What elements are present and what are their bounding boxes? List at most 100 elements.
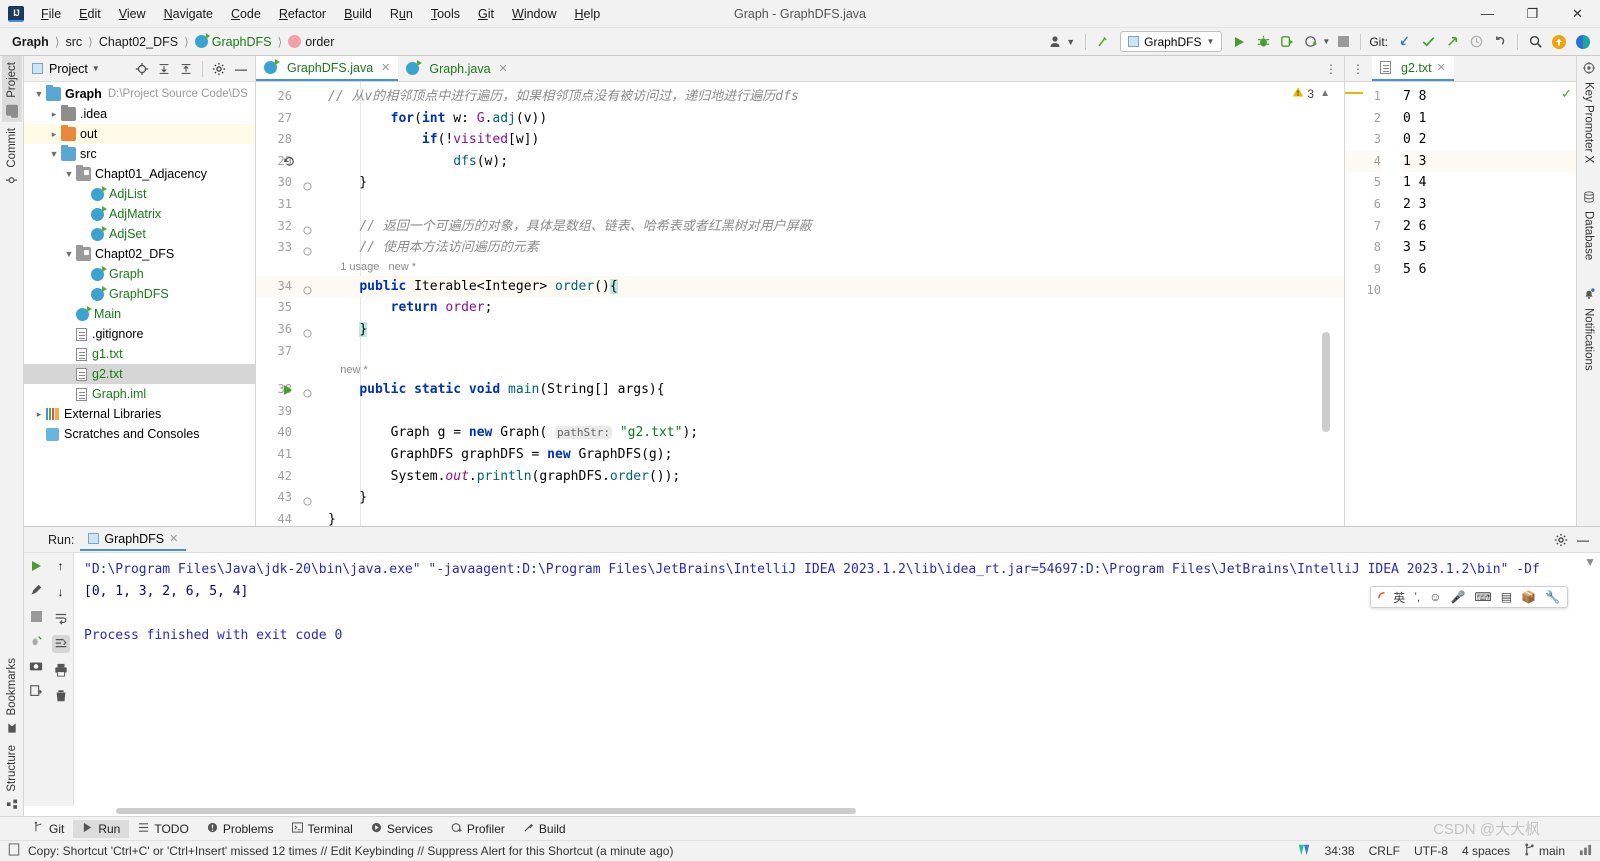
expand-all-icon[interactable] <box>154 59 174 79</box>
event-log-icon[interactable] <box>8 843 20 859</box>
sidebar-item-commit[interactable]: Commit <box>2 122 22 192</box>
tree-expander[interactable]: ▼ <box>47 149 61 159</box>
editor-gutter[interactable]: 2627282930313233 34353637 38394041424344 <box>256 82 314 526</box>
secondary-gutter-line[interactable]: 10 <box>1345 280 1381 302</box>
scroll-to-end-icon[interactable] <box>51 635 70 653</box>
console-horizontal-scrollbar[interactable] <box>24 806 1600 816</box>
export-icon[interactable] <box>27 682 45 700</box>
breadcrumb-src[interactable]: src <box>62 34 87 50</box>
gutter-line[interactable] <box>256 362 314 379</box>
ime-mic-icon[interactable]: 🎤 <box>1450 590 1465 604</box>
git-rollback-icon[interactable] <box>1489 31 1511 53</box>
breadcrumb-method[interactable]: order <box>284 34 338 50</box>
secondary-code-line[interactable]: 0 1 <box>1403 108 1576 130</box>
gutter-line[interactable]: 38 <box>256 379 314 401</box>
tree-node-scratches-and-consoles[interactable]: Scratches and Consoles <box>24 424 255 444</box>
menu-edit[interactable]: Edit <box>70 3 110 25</box>
bottom-tab-build[interactable]: Build <box>514 820 575 838</box>
breadcrumb-package[interactable]: Chapt02_DFS <box>95 34 182 50</box>
profile-button[interactable] <box>1300 31 1322 53</box>
menu-code[interactable]: Code <box>222 3 270 25</box>
breadcrumb-class[interactable]: GraphDFS <box>191 33 276 50</box>
inspection-widget[interactable]: 3 ▲ <box>1292 86 1330 101</box>
code-line[interactable]: public static void main(String[] args){ <box>314 379 1344 401</box>
bottom-tab-run[interactable]: Run <box>73 819 130 838</box>
ime-toolbar[interactable]: ◜ 英 ’, ☺ 🎤 ⌨ ▤ 📦 🔧 <box>1370 586 1568 608</box>
secondary-gutter-line[interactable]: 4 <box>1345 150 1381 173</box>
ide-icon[interactable] <box>1572 31 1594 53</box>
code-line[interactable]: public Iterable<Integer> order(){ <box>314 275 1344 298</box>
code-line[interactable] <box>314 401 1344 423</box>
sidebar-item-structure[interactable]: Structure <box>2 739 22 816</box>
secondary-editor-body[interactable]: 1 2 3 4 5 6 7 8 9 10 7 80 10 21 31 42 32 63 55 6 … <box>1345 82 1576 526</box>
menu-navigate[interactable]: Navigate <box>155 3 222 25</box>
code-editor[interactable]: 2627282930313233 34353637 38394041424344 /… <box>256 82 1344 526</box>
ime-emoji-icon[interactable]: ☺ <box>1429 590 1441 604</box>
updates-icon[interactable] <box>1548 31 1570 53</box>
select-opened-file-icon[interactable] <box>132 59 152 79</box>
git-commit-icon[interactable] <box>1417 31 1439 53</box>
tree-node-g2-txt[interactable]: g2.txt <box>24 364 255 384</box>
tree-node-graph[interactable]: Graph <box>24 264 255 284</box>
down-arrow-icon[interactable]: ↓ <box>52 583 70 601</box>
bottom-tab-todo[interactable]: TODO <box>129 820 197 838</box>
run-button[interactable] <box>1228 31 1250 53</box>
tree-node-src[interactable]: ▼ src <box>24 144 255 164</box>
caret-position[interactable]: 34:38 <box>1325 844 1355 858</box>
secondary-gutter-line[interactable]: 5 <box>1345 92 1381 194</box>
tree-node-out[interactable]: ▸ out <box>24 124 255 144</box>
tree-node-graph[interactable]: ▼ Graph D:\Project Source Code\DS <box>24 84 255 104</box>
code-line[interactable]: GraphDFS graphDFS = new GraphDFS(g); <box>314 444 1344 466</box>
close-icon[interactable]: ✕ <box>1437 61 1446 74</box>
bottom-tab-git[interactable]: Git <box>24 819 73 838</box>
menu-run[interactable]: Run <box>381 3 422 25</box>
chevron-down-icon[interactable]: ▼ <box>1066 37 1075 47</box>
secondary-code-line[interactable]: 2 6 <box>1403 216 1576 238</box>
code-line[interactable]: } <box>314 509 1344 526</box>
bottom-tab-services[interactable]: Services <box>362 820 442 838</box>
ime-punctuation-icon[interactable]: ’, <box>1414 590 1420 604</box>
secondary-gutter-line[interactable]: 1 <box>1345 86 1381 108</box>
tree-node-external-libraries[interactable]: ▸ External Libraries <box>24 404 255 424</box>
gutter-line[interactable]: 31 <box>256 194 314 216</box>
screenshot-icon[interactable] <box>27 657 45 675</box>
bottom-tab-problems[interactable]: Problems <box>198 820 283 838</box>
code-line[interactable]: dfs(w); <box>314 151 1344 173</box>
hide-panel-icon[interactable]: — <box>231 59 251 79</box>
secondary-code-line[interactable]: 0 2 <box>1403 129 1576 151</box>
tree-node--gitignore[interactable]: .gitignore <box>24 324 255 344</box>
gutter-line[interactable]: 43 <box>256 487 314 509</box>
menu-build[interactable]: Build <box>335 3 381 25</box>
stop-button[interactable] <box>1332 31 1354 53</box>
project-tree[interactable]: ▼ Graph D:\Project Source Code\DS ▸ .idea ▸ ou… <box>24 82 255 526</box>
tree-expander[interactable]: ▼ <box>62 249 76 259</box>
git-update-icon[interactable] <box>1393 31 1415 53</box>
sidebar-item-notifications[interactable]: Notifications <box>1579 282 1599 377</box>
recursion-icon[interactable] <box>281 154 296 169</box>
secondary-gutter[interactable]: 1 2 3 4 5 6 7 8 9 10 <box>1345 82 1391 526</box>
rerun-button[interactable] <box>27 557 45 575</box>
secondary-gutter-line[interactable]: 2 <box>1345 108 1381 130</box>
hide-panel-icon[interactable]: — <box>1574 531 1592 549</box>
code-fold-icon[interactable] <box>297 324 312 339</box>
bottom-tab-profiler[interactable]: Profiler <box>442 820 514 838</box>
code-inlay-hint[interactable]: 1 usage new * <box>314 259 1344 276</box>
tree-expander[interactable]: ▸ <box>47 109 61 120</box>
code-fold-icon[interactable] <box>297 492 312 507</box>
up-arrow-icon[interactable]: ↑ <box>52 557 70 575</box>
ime-language-toggle[interactable]: 英 <box>1393 589 1405 606</box>
ime-keyboard-icon[interactable]: ⌨ <box>1474 590 1491 604</box>
status-message[interactable]: Copy: Shortcut 'Ctrl+C' or 'Ctrl+Insert'… <box>28 844 673 858</box>
code-line[interactable]: } <box>314 319 1344 341</box>
code-line[interactable] <box>314 194 1344 216</box>
gear-icon[interactable] <box>209 59 229 79</box>
code-line[interactable]: // 返回一个可遍历的对象，具体是数组、链表、哈希表或者红黑树对用户屏蔽 <box>314 216 1344 238</box>
run-tab-graphdfs[interactable]: GraphDFS ✕ <box>80 529 187 551</box>
chevron-down-icon[interactable]: ▼ <box>92 64 100 73</box>
gutter-line[interactable]: 37 <box>256 341 314 363</box>
code-fold-icon[interactable] <box>297 281 312 296</box>
tree-node-adjmatrix[interactable]: AdjMatrix <box>24 204 255 224</box>
memory-indicator-icon[interactable] <box>1579 843 1592 859</box>
menu-tools[interactable]: Tools <box>422 3 469 25</box>
tree-node-graph-iml[interactable]: Graph.iml <box>24 384 255 404</box>
